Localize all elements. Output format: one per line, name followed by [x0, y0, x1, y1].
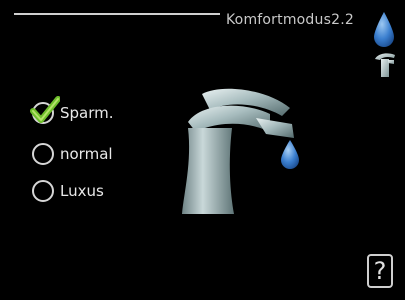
faucet-icon	[375, 53, 395, 77]
option-luxus[interactable]: Luxus	[32, 176, 152, 206]
option-label: normal	[60, 145, 113, 163]
option-normal[interactable]: normal	[32, 139, 152, 169]
header-divider	[14, 13, 220, 15]
option-sparm[interactable]: Sparm.	[30, 96, 152, 128]
checkmark-icon	[30, 96, 60, 123]
faucet-with-drop-icon	[182, 88, 299, 214]
help-icon: ?	[373, 257, 387, 285]
radio-circle[interactable]	[32, 143, 54, 165]
option-label: Luxus	[60, 182, 104, 200]
page-title: Komfortmodus2.2	[226, 12, 354, 28]
option-label: Sparm.	[60, 104, 114, 122]
water-drop-icon	[374, 12, 394, 47]
help-button[interactable]: ?	[367, 254, 393, 288]
radio-circle[interactable]	[30, 96, 60, 124]
radio-circle[interactable]	[32, 180, 54, 202]
